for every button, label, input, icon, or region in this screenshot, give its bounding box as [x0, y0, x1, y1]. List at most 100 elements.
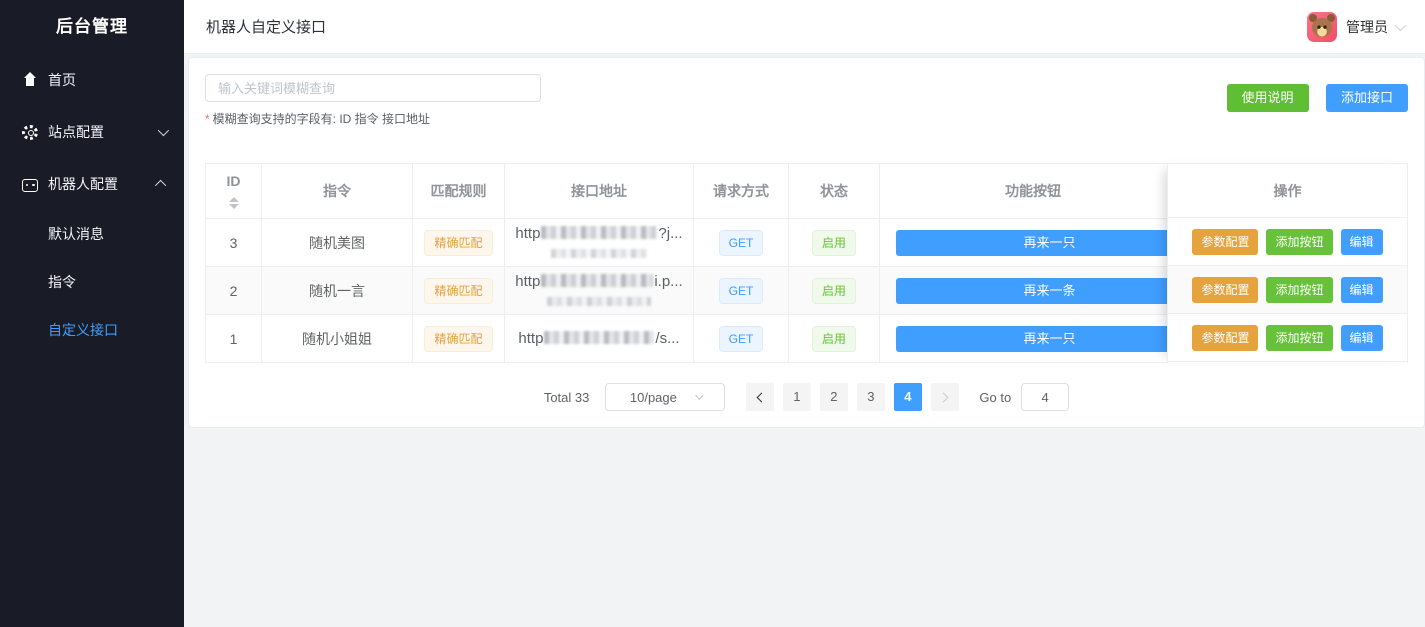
pager-prev-button[interactable]	[746, 383, 774, 411]
chevron-down-icon	[1395, 19, 1406, 30]
cell-match-rule: 精确匹配	[413, 315, 505, 363]
function-button[interactable]: 再来一只	[896, 230, 1203, 256]
goto-label: Go to	[979, 390, 1011, 405]
sidebar-item-robot-config[interactable]: 机器人配置	[0, 158, 184, 210]
column-header-method: 请求方式	[694, 164, 789, 219]
param-config-button[interactable]: 参数配置	[1192, 229, 1258, 255]
cell-id: 2	[206, 267, 262, 315]
gear-icon	[22, 125, 38, 140]
avatar-face	[1312, 18, 1332, 37]
pager-page-4-active[interactable]: 4	[894, 383, 922, 411]
edit-button[interactable]: 编辑	[1341, 325, 1383, 351]
hint-text: 模糊查询支持的字段有: ID 指令 接口地址	[213, 112, 430, 126]
column-header-match-rule: 匹配规则	[413, 164, 505, 219]
column-header-id: ID	[206, 164, 262, 219]
operation-cell: 参数配置 添加按钮 编辑	[1168, 266, 1407, 314]
search-input[interactable]	[205, 74, 541, 102]
avatar	[1307, 12, 1337, 42]
param-config-button[interactable]: 参数配置	[1192, 325, 1258, 351]
pager-page-1[interactable]: 1	[783, 383, 811, 411]
main-area: 机器人自定义接口 管理员 *模糊查询支持的字段有: ID 指	[184, 0, 1425, 627]
cell-status: 启用	[789, 315, 880, 363]
sidebar-item-label: 机器人配置	[48, 174, 158, 194]
cell-command: 随机小姐姐	[262, 315, 413, 363]
operation-cell: 参数配置 添加按钮 编辑	[1168, 218, 1407, 266]
cell-api-url: http/s...	[505, 315, 694, 363]
robot-icon	[22, 179, 38, 192]
param-config-button[interactable]: 参数配置	[1192, 277, 1258, 303]
sidebar-item-label: 站点配置	[48, 122, 158, 142]
sidebar-item-command[interactable]: 指令	[0, 258, 184, 306]
chevron-down-icon	[158, 125, 169, 136]
add-button-button[interactable]: 添加按钮	[1266, 325, 1332, 351]
chevron-down-icon	[695, 391, 703, 399]
cell-match-rule: 精确匹配	[413, 219, 505, 267]
hint-asterisk: *	[205, 112, 210, 126]
operation-fixed-column: 操作 参数配置 添加按钮 编辑 参数配置 添加按钮 编辑 参数配置	[1167, 163, 1408, 363]
match-rule-tag: 精确匹配	[424, 326, 492, 352]
goto-page-input[interactable]	[1021, 383, 1069, 411]
function-button[interactable]: 再来一只	[896, 326, 1203, 352]
cell-status: 启用	[789, 219, 880, 267]
censored-url-fragment	[541, 226, 657, 239]
method-tag: GET	[719, 326, 764, 352]
sort-carets-icon[interactable]	[229, 197, 239, 209]
page-title: 机器人自定义接口	[206, 16, 326, 37]
toolbar-actions: 使用说明 添加接口	[1227, 84, 1408, 112]
censored-url-fragment	[541, 274, 653, 287]
user-menu[interactable]: 管理员	[1307, 12, 1403, 42]
usage-instructions-button[interactable]: 使用说明	[1227, 84, 1309, 112]
method-tag: GET	[719, 278, 764, 304]
cell-command: 随机美图	[262, 219, 413, 267]
edit-button[interactable]: 编辑	[1341, 277, 1383, 303]
sidebar-item-site-config[interactable]: 站点配置	[0, 106, 184, 158]
pagination: Total 33 10/page 1 2 3 4 Go to	[205, 383, 1408, 411]
chevron-right-icon	[938, 392, 948, 402]
home-icon	[22, 72, 38, 88]
censored-url-fragment	[551, 249, 647, 258]
column-header-operation: 操作	[1168, 163, 1407, 218]
app-title: 后台管理	[0, 0, 184, 54]
sidebar-item-home[interactable]: 首页	[0, 54, 184, 106]
search-hint: *模糊查询支持的字段有: ID 指令 接口地址	[205, 110, 541, 127]
cell-status: 启用	[789, 267, 880, 315]
add-button-button[interactable]: 添加按钮	[1266, 229, 1332, 255]
toolbar: *模糊查询支持的字段有: ID 指令 接口地址 使用说明 添加接口	[205, 74, 1408, 127]
sidebar-item-default-message[interactable]: 默认消息	[0, 210, 184, 258]
content-card: *模糊查询支持的字段有: ID 指令 接口地址 使用说明 添加接口	[188, 57, 1425, 428]
status-tag: 启用	[812, 326, 856, 352]
cell-match-rule: 精确匹配	[413, 267, 505, 315]
sidebar-subitem-label: 默认消息	[48, 224, 104, 244]
search-block: *模糊查询支持的字段有: ID 指令 接口地址	[205, 74, 541, 127]
add-interface-button[interactable]: 添加接口	[1326, 84, 1408, 112]
cell-id: 3	[206, 219, 262, 267]
cell-method: GET	[694, 267, 789, 315]
function-button[interactable]: 再来一条	[896, 278, 1203, 304]
chevron-left-icon	[756, 392, 766, 402]
censored-url-fragment	[547, 297, 651, 306]
column-header-command: 指令	[262, 164, 413, 219]
pager-next-button[interactable]	[931, 383, 959, 411]
sidebar: 后台管理 首页 站点配置 机器人配置 默认消息 指令 自定义接口	[0, 0, 184, 627]
column-header-api-url: 接口地址	[505, 164, 694, 219]
operation-cell: 参数配置 添加按钮 编辑	[1168, 314, 1407, 362]
app-root: 后台管理 首页 站点配置 机器人配置 默认消息 指令 自定义接口 机器人自定义接…	[0, 0, 1425, 627]
cell-api-url: httpi.p...	[505, 267, 694, 315]
interface-table: ID 指令 匹配规则 接口地址 请求方式 状态	[205, 163, 1408, 363]
cell-api-url: http?j...	[505, 219, 694, 267]
column-header-status: 状态	[789, 164, 880, 219]
edit-button[interactable]: 编辑	[1341, 229, 1383, 255]
page-size-value: 10/page	[630, 390, 677, 405]
pager-page-3[interactable]: 3	[857, 383, 885, 411]
pager-page-2[interactable]: 2	[820, 383, 848, 411]
sidebar-subitem-label: 自定义接口	[48, 320, 118, 340]
sidebar-item-custom-interface[interactable]: 自定义接口	[0, 306, 184, 354]
match-rule-tag: 精确匹配	[424, 278, 492, 304]
match-rule-tag: 精确匹配	[424, 230, 492, 256]
page-size-select[interactable]: 10/page	[605, 383, 725, 411]
method-tag: GET	[719, 230, 764, 256]
add-button-button[interactable]: 添加按钮	[1266, 277, 1332, 303]
user-name: 管理员	[1346, 17, 1388, 37]
cell-method: GET	[694, 219, 789, 267]
status-tag: 启用	[812, 278, 856, 304]
